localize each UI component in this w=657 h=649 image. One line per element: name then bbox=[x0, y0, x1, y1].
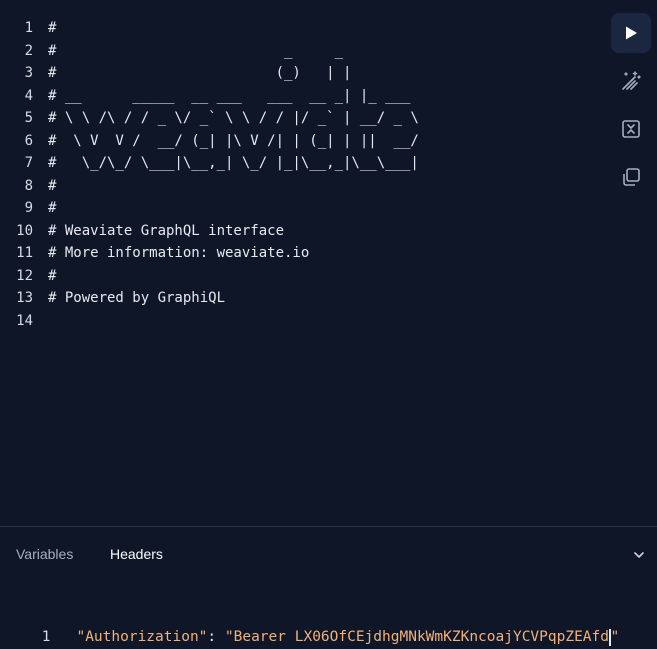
line-number: 9 bbox=[24, 200, 33, 216]
copy-icon bbox=[623, 168, 640, 186]
line-number: 6 bbox=[24, 133, 33, 149]
code-line[interactable]: 4 # __ _____ __ ___ ___ __ _| |_ ___ bbox=[0, 85, 411, 107]
code-text[interactable]: # _ _ bbox=[48, 40, 343, 62]
line-number: 4 bbox=[24, 88, 33, 104]
bottom-panel-tabs: Variables Headers bbox=[0, 545, 657, 565]
query-editor[interactable]: 1 # 2 # _ _ 3 # (_) | | 4 # __ _____ __ ___ … bbox=[0, 0, 600, 526]
line-number: 1 bbox=[24, 20, 33, 36]
copy-query-button[interactable] bbox=[611, 157, 651, 197]
editor-toolbar bbox=[611, 13, 651, 205]
magic-wand-icon bbox=[622, 71, 641, 90]
code-text[interactable]: # Weaviate GraphQL interface bbox=[48, 220, 284, 242]
chevron-down-icon[interactable] bbox=[632, 548, 646, 562]
code-line[interactable]: 5 # \ \ /\ / / _ \/ _` \ \ / / |/ _` | __… bbox=[0, 107, 419, 129]
line-number: 8 bbox=[24, 178, 33, 194]
code-text[interactable]: # __ _____ __ ___ ___ __ _| |_ ___ bbox=[48, 85, 410, 107]
play-icon bbox=[626, 26, 637, 40]
code-line[interactable]: 12 # bbox=[0, 265, 56, 287]
header-value[interactable]: "Bearer LX06OfCEjdhgMNkWmKZKncoajYCVPqpZ… bbox=[225, 629, 609, 645]
header-closing-quote: " bbox=[610, 629, 620, 645]
tab-headers[interactable]: Headers bbox=[110, 545, 163, 563]
header-key[interactable]: "Authorization" bbox=[76, 629, 207, 645]
code-line[interactable]: 3 # (_) | | bbox=[0, 62, 352, 84]
code-line[interactable]: 2 # _ _ bbox=[0, 40, 343, 62]
headers-editor[interactable]: 1 "Authorization": "Bearer LX06OfCEjdhgMN… bbox=[0, 601, 619, 646]
code-line[interactable]: 1 # bbox=[0, 17, 57, 39]
code-text[interactable]: # \_/\_/ \___|\__,_| \_/ |_|\__,_|\__\__… bbox=[48, 152, 419, 174]
merge-icon bbox=[622, 120, 640, 138]
run-query-button[interactable] bbox=[611, 13, 651, 53]
code-text[interactable]: # (_) | | bbox=[48, 62, 351, 84]
code-text[interactable]: # More information: weaviate.io bbox=[48, 242, 309, 264]
prettify-button[interactable] bbox=[611, 61, 651, 101]
line-number: 7 bbox=[24, 155, 33, 171]
code-text[interactable]: # bbox=[48, 17, 56, 39]
code-text[interactable]: # bbox=[48, 265, 56, 287]
code-line[interactable]: 6 # \ V V / __/ (_| |\ V /| | (_| | || __… bbox=[0, 130, 419, 152]
code-line[interactable]: 13 # Powered by GraphiQL bbox=[0, 287, 225, 309]
code-text[interactable]: # Powered by GraphiQL bbox=[48, 287, 225, 309]
code-line[interactable]: 10 # Weaviate GraphQL interface bbox=[0, 220, 284, 242]
line-number: 3 bbox=[24, 65, 33, 81]
line-number: 5 bbox=[24, 110, 33, 126]
line-number: 11 bbox=[16, 245, 33, 261]
line-number: 14 bbox=[16, 313, 33, 329]
code-line[interactable]: 9 # bbox=[0, 197, 57, 219]
line-number: 10 bbox=[16, 223, 33, 239]
code-text[interactable]: # \ \ /\ / / _ \/ _` \ \ / / |/ _` | __/… bbox=[48, 107, 419, 129]
code-text[interactable]: # bbox=[48, 175, 56, 197]
code-line[interactable]: 8 # bbox=[0, 175, 57, 197]
line-number: 13 bbox=[16, 290, 33, 306]
line-number: 2 bbox=[24, 43, 33, 59]
code-text[interactable]: # bbox=[48, 197, 56, 219]
line-number: 1 bbox=[41, 629, 51, 645]
header-colon: : bbox=[207, 629, 225, 645]
code-line[interactable]: 14 bbox=[0, 310, 48, 332]
panel-divider[interactable] bbox=[0, 526, 657, 527]
merge-fragments-button[interactable] bbox=[611, 109, 651, 149]
code-text[interactable]: # \ V V / __/ (_| |\ V /| | (_| | || __/ bbox=[48, 130, 419, 152]
code-line[interactable]: 11 # More information: weaviate.io bbox=[0, 242, 309, 264]
tab-variables[interactable]: Variables bbox=[16, 545, 73, 563]
line-number: 12 bbox=[16, 268, 33, 284]
code-line[interactable]: 7 # \_/\_/ \___|\__,_| \_/ |_|\__,_|\__\_… bbox=[0, 152, 419, 174]
